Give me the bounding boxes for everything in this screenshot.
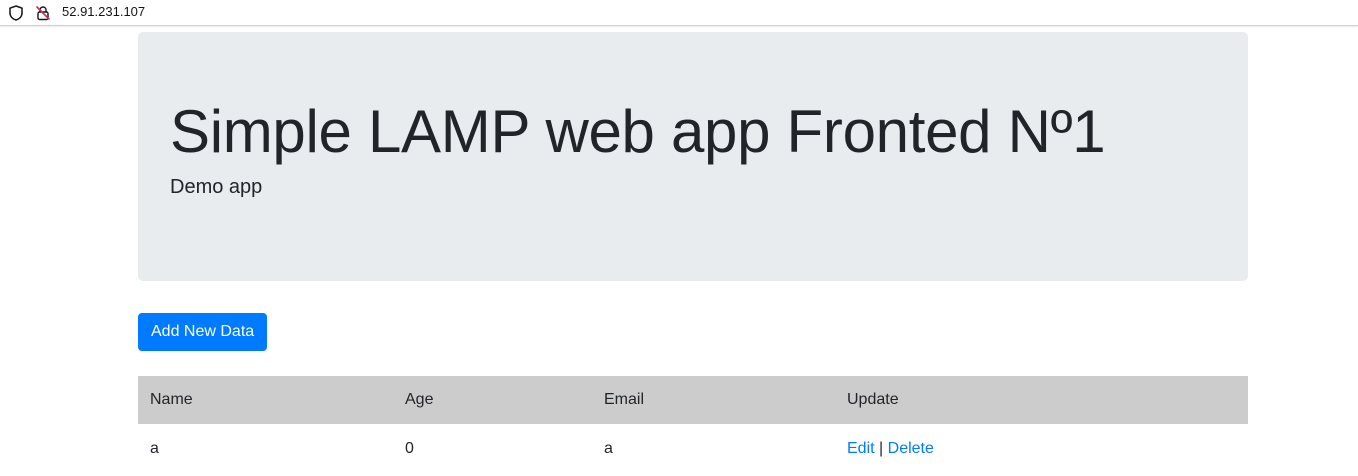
column-header-age: Age <box>405 391 434 408</box>
column-header-update: Update <box>847 391 899 408</box>
table-row: a 0 a Edit | Delete <box>138 424 1248 474</box>
page-title: Simple LAMP web app Fronted Nº1 <box>170 98 1106 165</box>
link-separator: | <box>879 440 884 457</box>
edit-link[interactable]: Edit <box>847 440 875 457</box>
main-container: Simple LAMP web app Fronted Nº1 Demo app… <box>138 32 1248 457</box>
insecure-connection-lock-icon[interactable] <box>34 4 52 22</box>
table-header-row: Name Age Email Update <box>138 376 1248 424</box>
column-header-email: Email <box>604 391 645 408</box>
cell-name: a <box>150 440 159 457</box>
page-subtitle: Demo app <box>170 176 263 198</box>
url-text[interactable]: 52.91.231.107 <box>62 3 145 21</box>
delete-link[interactable]: Delete <box>888 440 934 457</box>
add-new-data-button[interactable]: Add New Data <box>138 313 268 351</box>
tracking-protection-shield-icon[interactable] <box>7 4 25 22</box>
cell-age: 0 <box>405 440 414 457</box>
column-header-name: Name <box>150 391 193 408</box>
jumbotron: Simple LAMP web app Fronted Nº1 Demo app <box>138 32 1248 281</box>
cell-email: a <box>604 440 613 457</box>
browser-address-bar[interactable]: 52.91.231.107 <box>0 0 1358 26</box>
data-table: Name Age Email Update a 0 a Edit | Delet… <box>138 376 1248 474</box>
cell-update: Edit | Delete <box>835 424 1248 474</box>
